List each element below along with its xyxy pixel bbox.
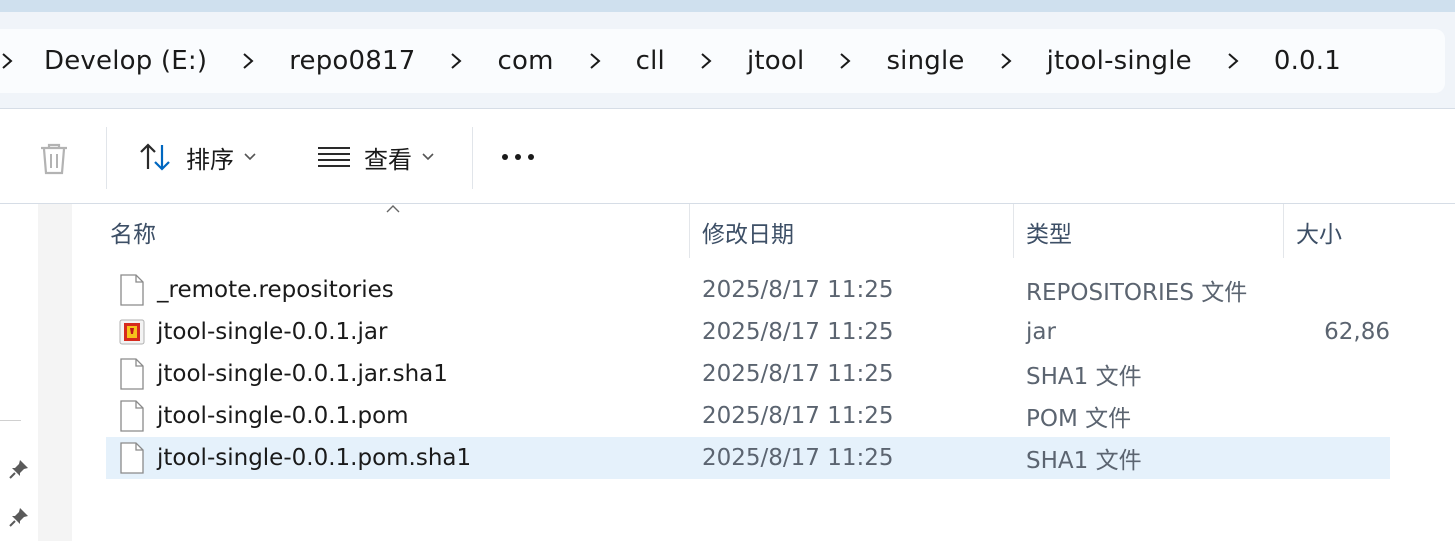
command-bar: 排序 查看 [0, 109, 1455, 203]
divider [0, 420, 21, 421]
column-header-name[interactable]: 名称 [110, 204, 156, 260]
trash-icon [41, 143, 67, 175]
column-separator[interactable] [689, 204, 690, 258]
file-modified: 2025/8/17 11:25 [702, 403, 894, 429]
file-row[interactable]: jtool-single-0.0.1.pom 2025/8/17 11:25 P… [106, 395, 1390, 437]
file-size [1268, 353, 1390, 395]
file-modified: 2025/8/17 11:25 [702, 445, 894, 471]
breadcrumb-item[interactable]: cll [624, 46, 677, 76]
column-separator[interactable] [1013, 204, 1014, 258]
file-name: _remote.repositories [157, 277, 394, 303]
file-name: jtool-single-0.0.1.jar [157, 319, 388, 345]
toolbar-separator [472, 127, 473, 189]
file-modified: 2025/8/17 11:25 [702, 361, 894, 387]
breadcrumb-item-current[interactable]: 0.0.1 [1262, 46, 1353, 76]
toolbar-separator [106, 127, 107, 189]
breadcrumb-item[interactable]: single [874, 46, 976, 76]
file-list: 名称 修改日期 类型 大小 _remote.repositories 2025/… [72, 204, 1455, 541]
pin-icon[interactable] [8, 506, 30, 528]
chevron-right-icon[interactable] [219, 52, 277, 70]
navigation-scrollbar[interactable] [38, 204, 72, 541]
chevron-down-icon [422, 153, 434, 161]
chevron-right-icon[interactable] [566, 52, 624, 70]
file-name-cell: _remote.repositories [119, 269, 394, 311]
breadcrumb[interactable]: Develop (E:) repo0817 com cll jtool sing… [0, 29, 1445, 93]
navigation-pane [0, 204, 38, 541]
sort-ascending-icon [386, 205, 400, 213]
file-type: SHA1 文件 [1026, 364, 1142, 390]
sort-label: 排序 [186, 145, 234, 174]
file-name-cell: jtool-single-0.0.1.pom [119, 395, 409, 437]
column-header-type[interactable]: 类型 [1026, 204, 1072, 260]
file-size-value: 62,86 [1324, 319, 1390, 345]
file-type: REPOSITORIES 文件 [1026, 280, 1248, 306]
file-name-cell: jtool-single-0.0.1.jar [119, 311, 387, 353]
pin-icon[interactable] [8, 458, 30, 480]
window-top-strip [0, 0, 1455, 12]
file-name: jtool-single-0.0.1.pom.sha1 [157, 445, 472, 471]
more-options-icon[interactable] [502, 147, 542, 167]
column-separator[interactable] [1283, 204, 1284, 258]
file-name: jtool-single-0.0.1.jar.sha1 [157, 361, 448, 387]
column-header-size[interactable]: 大小 [1296, 204, 1342, 260]
file-row[interactable]: _remote.repositories 2025/8/17 11:25 REP… [106, 269, 1390, 311]
breadcrumb-item[interactable]: jtool-single [1035, 46, 1204, 76]
file-row[interactable]: jtool-single-0.0.1.jar 2025/8/17 11:25 j… [106, 311, 1390, 353]
chevron-right-icon[interactable] [677, 52, 735, 70]
file-icon [120, 400, 144, 432]
file-row-selected[interactable]: jtool-single-0.0.1.pom.sha1 2025/8/17 11… [106, 437, 1390, 479]
column-header-modified[interactable]: 修改日期 [702, 204, 794, 260]
chevron-right-icon[interactable] [977, 52, 1035, 70]
chevron-right-icon[interactable] [816, 52, 874, 70]
chevron-down-icon [244, 153, 256, 161]
view-label: 查看 [364, 145, 412, 174]
file-modified: 2025/8/17 11:25 [702, 277, 894, 303]
file-size [1268, 437, 1390, 479]
breadcrumb-item[interactable]: repo0817 [277, 46, 427, 76]
file-type: jar [1026, 319, 1056, 345]
file-modified: 2025/8/17 11:25 [702, 319, 894, 345]
sort-button[interactable]: 排序 [138, 133, 256, 181]
file-icon [120, 274, 144, 306]
file-icon [120, 442, 144, 474]
delete-button[interactable] [34, 139, 74, 179]
breadcrumb-item[interactable]: com [485, 46, 565, 76]
chevron-right-icon[interactable] [427, 52, 485, 70]
address-area: Develop (E:) repo0817 com cll jtool sing… [0, 12, 1455, 108]
file-name: jtool-single-0.0.1.pom [157, 403, 409, 429]
jar-file-icon [119, 319, 145, 345]
chevron-right-icon[interactable] [0, 52, 20, 70]
breadcrumb-item-drive[interactable]: Develop (E:) [20, 46, 219, 76]
chevron-right-icon[interactable] [1204, 52, 1262, 70]
file-size: 62,86 [1268, 311, 1390, 353]
file-row[interactable]: jtool-single-0.0.1.jar.sha1 2025/8/17 11… [106, 353, 1390, 395]
file-type: POM 文件 [1026, 406, 1132, 432]
file-size [1268, 395, 1390, 437]
file-name-cell: jtool-single-0.0.1.jar.sha1 [119, 353, 448, 395]
file-type: SHA1 文件 [1026, 448, 1142, 474]
view-button[interactable]: 查看 [316, 133, 434, 181]
file-size [1268, 269, 1390, 311]
file-icon [120, 358, 144, 390]
view-list-icon [318, 147, 350, 167]
sort-icon [140, 143, 170, 171]
breadcrumb-item[interactable]: jtool [735, 46, 816, 76]
file-name-cell: jtool-single-0.0.1.pom.sha1 [119, 437, 471, 479]
